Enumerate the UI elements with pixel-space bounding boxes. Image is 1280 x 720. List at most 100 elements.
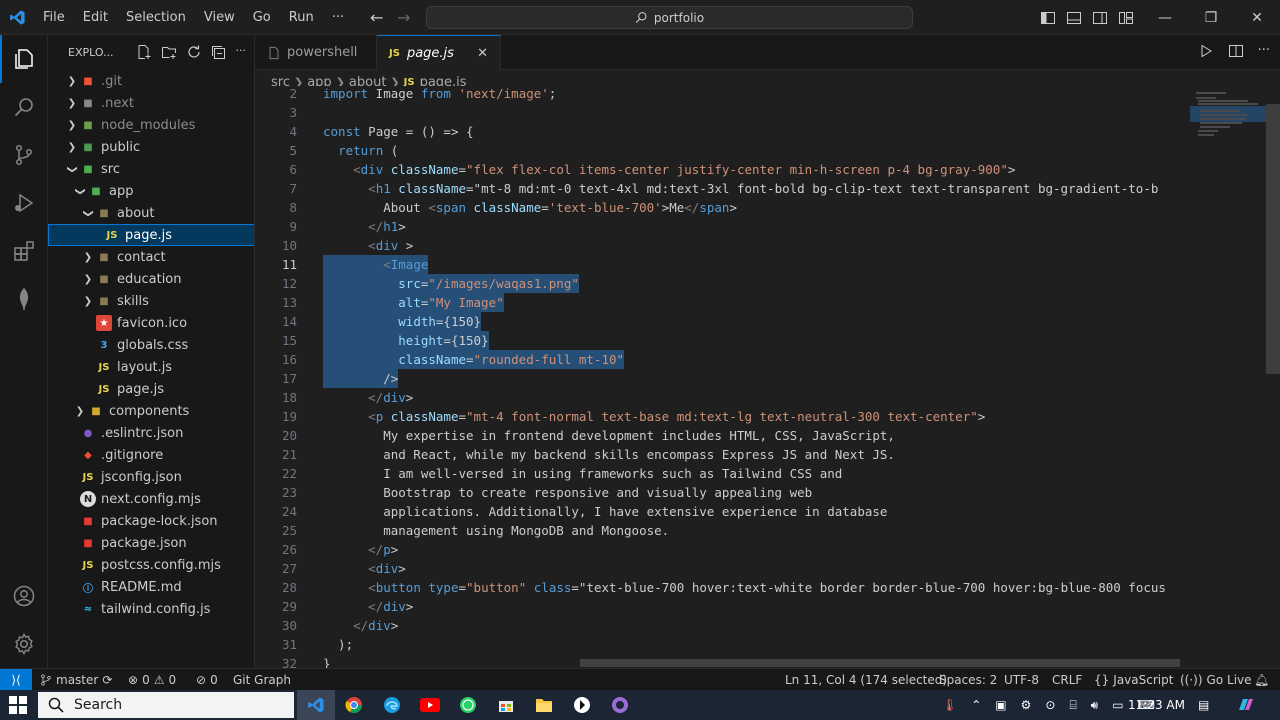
- indentation[interactable]: Spaces: 2: [939, 669, 997, 691]
- tree-item-eslintrc[interactable]: ● .eslintrc.json: [48, 422, 254, 444]
- code-line[interactable]: 2 import Image from 'next/image';: [255, 86, 1190, 103]
- toggle-secondary-sidebar-icon[interactable]: [1092, 10, 1108, 26]
- new-file-icon[interactable]: [136, 44, 152, 60]
- horizontal-scrollbar[interactable]: [580, 659, 1180, 667]
- code-line[interactable]: 27 <div>: [255, 559, 1190, 578]
- tree-item-about[interactable]: ❯ ■ about: [48, 202, 254, 224]
- code-line[interactable]: 3: [255, 103, 1190, 122]
- remote-indicator-icon[interactable]: ⟩⟨: [0, 669, 32, 691]
- tree-item-components[interactable]: ❯ ■ components: [48, 400, 254, 422]
- tree-item-tailwind-config[interactable]: ≈ tailwind.config.js: [48, 598, 254, 620]
- notification-center-icon[interactable]: ▤: [1198, 690, 1209, 720]
- code-line[interactable]: 4 const Page = () => {: [255, 122, 1190, 141]
- code-line[interactable]: 16 className="rounded-full mt-10": [255, 350, 1190, 369]
- close-window-button[interactable]: ✕: [1234, 0, 1280, 35]
- code-line[interactable]: 23 Bootstrap to create responsive and vi…: [255, 483, 1190, 502]
- windows-start-icon[interactable]: [0, 690, 36, 720]
- restore-button[interactable]: ❐: [1188, 0, 1234, 35]
- tree-item-src[interactable]: ❯ ■ src: [48, 158, 254, 180]
- tab-page-js[interactable]: JS page.js ✕: [377, 35, 501, 71]
- tree-item-app[interactable]: ❯ ■ app: [48, 180, 254, 202]
- code-line[interactable]: 20 My expertise in frontend development …: [255, 426, 1190, 445]
- taskbar-file-explorer-icon[interactable]: [525, 690, 563, 720]
- split-editor-icon[interactable]: [1228, 43, 1244, 59]
- tree-item-favicon[interactable]: ★ favicon.ico: [48, 312, 254, 334]
- toggle-panel-icon[interactable]: [1066, 10, 1082, 26]
- battery-icon[interactable]: ▭: [1112, 698, 1123, 712]
- network-icon[interactable]: ⌸: [1069, 698, 1076, 713]
- code-line[interactable]: 11 <Image: [255, 255, 1190, 274]
- code-line[interactable]: 9 </h1>: [255, 217, 1190, 236]
- menu-view[interactable]: View: [195, 0, 244, 35]
- code-line[interactable]: 12 src="/images/waqas1.png": [255, 274, 1190, 293]
- tree-item-layout-js[interactable]: JS layout.js: [48, 356, 254, 378]
- menu-more[interactable]: ···: [323, 0, 353, 35]
- tree-item-public[interactable]: ❯ ■ public: [48, 136, 254, 158]
- tab-powershell[interactable]: powershell: [255, 35, 377, 70]
- tree-item-about-page-js[interactable]: JS page.js: [48, 224, 254, 246]
- go-live-button[interactable]: ((·)) Go Live: [1180, 669, 1252, 691]
- minimize-button[interactable]: —: [1142, 0, 1188, 35]
- tree-item-contact[interactable]: ❯ ■ contact: [48, 246, 254, 268]
- ports-indicator[interactable]: ⊘ 0: [196, 669, 218, 691]
- location-icon[interactable]: ⊙: [1045, 698, 1055, 712]
- mongodb-leaf-icon[interactable]: [0, 275, 48, 323]
- code-line[interactable]: 5 return (: [255, 141, 1190, 160]
- back-arrow-icon[interactable]: ←: [370, 8, 383, 27]
- code-line[interactable]: 6 <div className="flex flex-col items-ce…: [255, 160, 1190, 179]
- tree-item-app-page-js[interactable]: JS page.js: [48, 378, 254, 400]
- code-line[interactable]: 10 <div >: [255, 236, 1190, 255]
- code-line[interactable]: 13 alt="My Image": [255, 293, 1190, 312]
- language-mode[interactable]: {} JavaScript: [1094, 669, 1173, 691]
- problems-indicator[interactable]: ⊗ 0 ⚠ 0: [128, 669, 176, 691]
- taskbar-youtube-icon[interactable]: [411, 690, 449, 720]
- more-actions-icon[interactable]: ···: [236, 44, 247, 60]
- run-debug-icon[interactable]: [0, 179, 48, 227]
- tree-item-jsconfig[interactable]: JS jsconfig.json: [48, 466, 254, 488]
- tree-item-education[interactable]: ❯ ■ education: [48, 268, 254, 290]
- code-line[interactable]: 28 <button type="button" class="text-blu…: [255, 578, 1190, 597]
- taskbar-whatsapp-icon[interactable]: [449, 690, 487, 720]
- tray-app-icon[interactable]: ▣: [995, 698, 1006, 712]
- cursor-position[interactable]: Ln 11, Col 4 (174 selected): [785, 669, 947, 691]
- taskbar-store-icon[interactable]: [487, 690, 525, 720]
- code-line[interactable]: 15 height={150}: [255, 331, 1190, 350]
- code-line[interactable]: 26 </p>: [255, 540, 1190, 559]
- code-line[interactable]: 19 <p className="mt-4 font-normal text-b…: [255, 407, 1190, 426]
- command-center[interactable]: portfolio: [426, 6, 913, 29]
- code-line[interactable]: 31 );: [255, 635, 1190, 654]
- tree-item-next-config[interactable]: N next.config.mjs: [48, 488, 254, 510]
- new-folder-icon[interactable]: [161, 44, 177, 60]
- code-line[interactable]: 7 <h1 className="mt-8 md:mt-0 text-4xl m…: [255, 179, 1190, 198]
- taskbar-github-desktop-icon[interactable]: [601, 690, 639, 720]
- code-line[interactable]: 21 and React, while my backend skills en…: [255, 445, 1190, 464]
- toggle-primary-sidebar-icon[interactable]: [1040, 10, 1056, 26]
- menu-edit[interactable]: Edit: [74, 0, 117, 35]
- code-line[interactable]: 8 About <span className='text-blue-700'>…: [255, 198, 1190, 217]
- code-line[interactable]: 17 />: [255, 369, 1190, 388]
- code-line[interactable]: 24 applications. Additionally, I have ex…: [255, 502, 1190, 521]
- search-icon[interactable]: [0, 83, 48, 131]
- notifications-bell-icon[interactable]: 🔔︎: [1254, 669, 1269, 691]
- taskbar-search-box[interactable]: Search: [38, 692, 294, 718]
- taskbar-edge-icon[interactable]: [373, 690, 411, 720]
- show-hidden-icons-chevron-up-icon[interactable]: ⌃: [971, 698, 981, 712]
- taskbar-chrome-icon[interactable]: [335, 690, 373, 720]
- account-icon[interactable]: [0, 572, 48, 620]
- menu-file[interactable]: File: [34, 0, 74, 35]
- sync-icon[interactable]: ⟳: [102, 673, 112, 687]
- extensions-icon[interactable]: [0, 227, 48, 275]
- collapse-all-icon[interactable]: [211, 44, 227, 60]
- taskbar-app-icon[interactable]: [563, 690, 601, 720]
- vertical-scrollbar[interactable]: [1266, 104, 1280, 374]
- tree-item-node-modules[interactable]: ❯ ■ node_modules: [48, 114, 254, 136]
- code-line[interactable]: 18 </div>: [255, 388, 1190, 407]
- volume-icon[interactable]: 🔊︎: [1091, 698, 1099, 713]
- menu-run[interactable]: Run: [280, 0, 323, 35]
- explorer-icon[interactable]: [0, 35, 48, 83]
- menu-go[interactable]: Go: [244, 0, 280, 35]
- menu-selection[interactable]: Selection: [117, 0, 195, 35]
- manage-gear-icon[interactable]: [0, 620, 48, 668]
- tree-item-skills[interactable]: ❯ ■ skills: [48, 290, 254, 312]
- taskbar-vscode-icon[interactable]: [297, 690, 335, 720]
